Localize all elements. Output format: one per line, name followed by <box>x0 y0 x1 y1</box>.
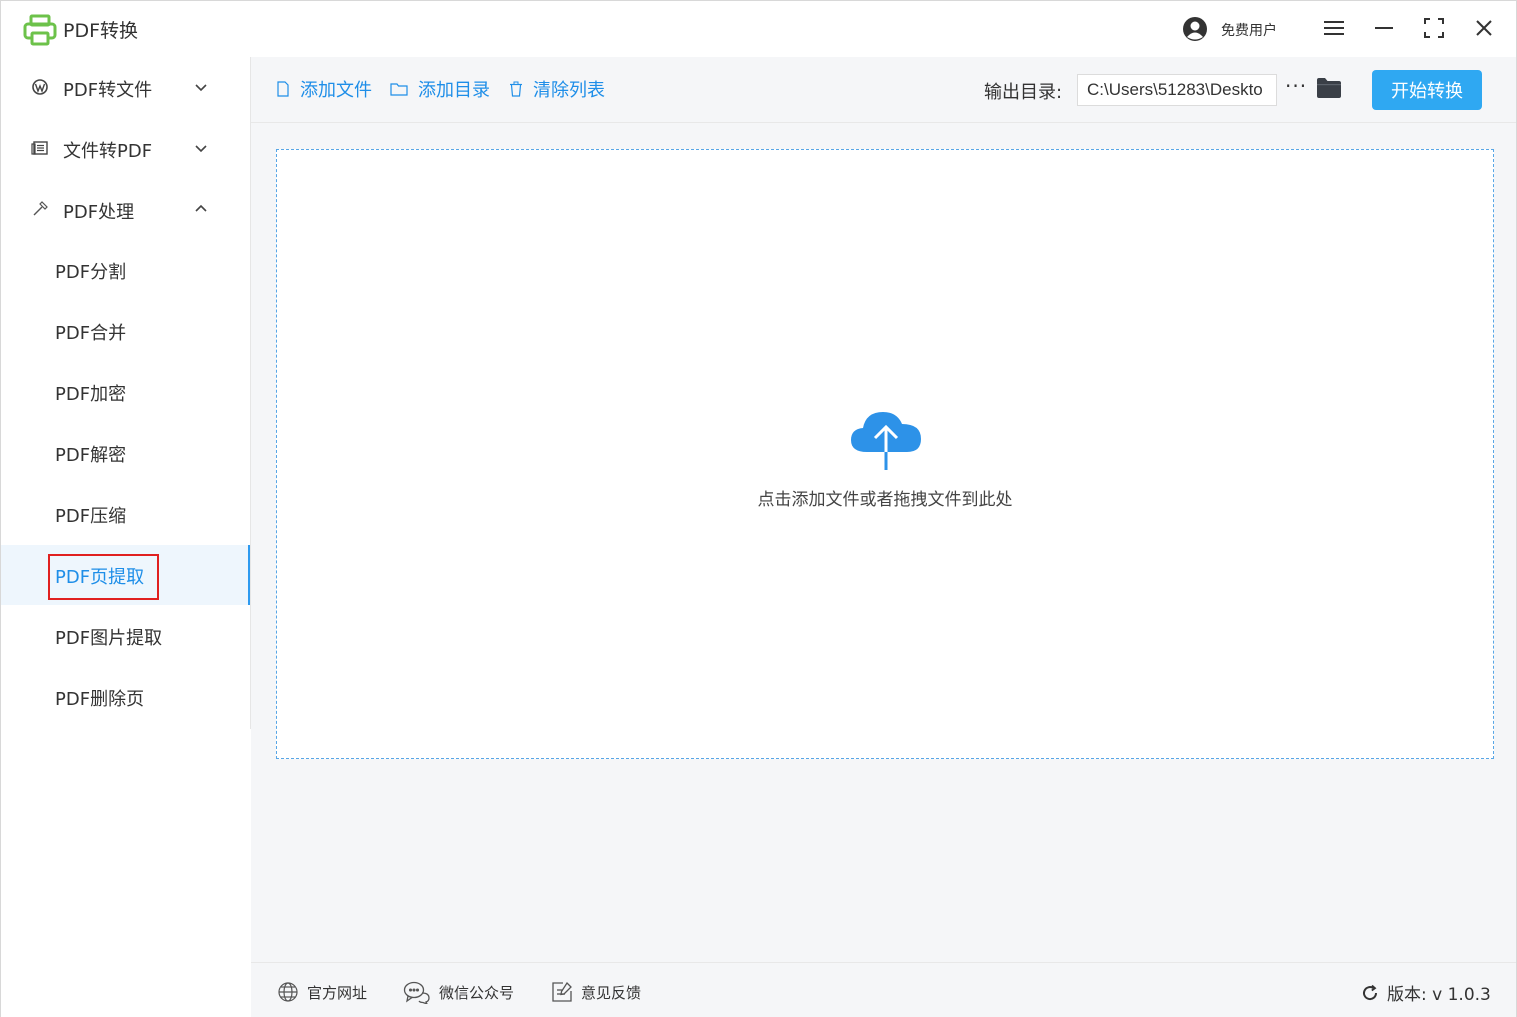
sidebar-item-pdf-encrypt[interactable]: PDF加密 <box>1 362 250 422</box>
toolbar: 添加文件 添加目录 清除列表 输出目录: C:\Users\51283\Desk… <box>251 57 1516 123</box>
clear-list-label: 清除列表 <box>533 80 605 101</box>
document-icon <box>31 141 48 155</box>
sidebar-item-label: PDF合并 <box>55 323 127 344</box>
sidebar-item-pdf-split[interactable]: PDF分割 <box>1 240 250 300</box>
title-bar: PDF转换 免费用户 <box>1 1 1516 57</box>
sidebar-group-file-to-pdf[interactable]: 文件转PDF <box>1 118 250 178</box>
sidebar: PDF转文件 文件转PDF PDF处理 PDF分割 PDF合并 PDF加密 PD… <box>1 57 251 1017</box>
feedback-label: 意见反馈 <box>581 983 642 1002</box>
red-highlight-box <box>48 554 159 600</box>
wechat-label: 微信公众号 <box>439 983 515 1002</box>
add-file-label: 添加文件 <box>300 80 372 101</box>
edit-icon <box>552 981 572 1002</box>
more-button[interactable]: ··· <box>1285 76 1307 99</box>
footer: 官方网址 微信公众号 意见反馈 版本: v 1.0.3 <box>251 962 1516 1017</box>
sidebar-item-label: PDF删除页 <box>55 689 145 710</box>
folder-icon <box>390 83 408 96</box>
fullscreen-icon <box>1424 18 1444 38</box>
output-dir-input[interactable]: C:\Users\51283\Deskto <box>1077 74 1277 106</box>
sidebar-item-label: PDF压缩 <box>55 506 127 527</box>
user-avatar-icon[interactable] <box>1182 16 1208 42</box>
chevron-down-icon <box>195 145 207 153</box>
wechat-link[interactable]: 微信公众号 <box>403 981 515 1004</box>
clear-list-button[interactable]: 清除列表 <box>509 77 605 101</box>
menu-button[interactable] <box>1321 15 1347 41</box>
hammer-icon <box>33 201 48 216</box>
sidebar-item-pdf-page-extract[interactable]: PDF页提取 <box>1 545 251 605</box>
sidebar-group-label: 文件转PDF <box>63 141 153 162</box>
sidebar-item-pdf-delete-page[interactable]: PDF删除页 <box>1 667 250 727</box>
sidebar-item-pdf-merge[interactable]: PDF合并 <box>1 301 250 361</box>
open-folder-icon[interactable] <box>1316 76 1342 100</box>
globe-icon <box>278 982 298 1002</box>
file-drop-zone[interactable]: 点击添加文件或者拖拽文件到此处 <box>276 149 1494 759</box>
sidebar-group-label: PDF处理 <box>63 202 135 223</box>
trash-icon <box>510 81 522 97</box>
add-folder-button[interactable]: 添加目录 <box>390 77 490 101</box>
app-window: PDF转换 免费用户 PDF转文件 文件转PDF PDF处理 PDF分割 PDF… <box>0 0 1517 1017</box>
wechat-icon <box>403 981 430 1004</box>
user-label[interactable]: 免费用户 <box>1221 20 1277 40</box>
minimize-icon <box>1375 27 1393 29</box>
official-website-link[interactable]: 官方网址 <box>277 981 367 1003</box>
feedback-link[interactable]: 意见反馈 <box>551 981 641 1003</box>
minimize-button[interactable] <box>1371 15 1397 41</box>
sidebar-group-pdf-processing[interactable]: PDF处理 <box>1 179 250 239</box>
drop-zone-hint: 点击添加文件或者拖拽文件到此处 <box>757 490 1013 510</box>
app-title: PDF转换 <box>63 20 139 42</box>
maximize-button[interactable] <box>1421 15 1447 41</box>
sidebar-item-label: PDF解密 <box>55 445 127 466</box>
version-info[interactable]: 版本: v 1.0.3 <box>1361 980 1491 1005</box>
sidebar-item-label: PDF图片提取 <box>55 628 163 649</box>
close-button[interactable] <box>1471 15 1497 41</box>
official-website-label: 官方网址 <box>307 983 368 1002</box>
add-folder-label: 添加目录 <box>418 80 490 101</box>
sidebar-item-label: PDF分割 <box>55 262 127 283</box>
printer-icon <box>23 14 57 46</box>
sidebar-group-pdf-to-file[interactable]: PDF转文件 <box>1 57 250 117</box>
sidebar-group-label: PDF转文件 <box>63 80 153 101</box>
start-convert-button[interactable]: 开始转换 <box>1372 70 1482 110</box>
sidebar-item-label: PDF加密 <box>55 384 127 405</box>
hamburger-icon <box>1324 21 1344 35</box>
add-file-button[interactable]: 添加文件 <box>276 77 372 101</box>
close-icon <box>1476 20 1492 36</box>
sidebar-item-pdf-image-extract[interactable]: PDF图片提取 <box>1 606 250 666</box>
sidebar-item-pdf-decrypt[interactable]: PDF解密 <box>1 423 250 483</box>
cloud-upload-icon <box>851 412 921 470</box>
wordpress-icon <box>32 79 48 95</box>
refresh-icon <box>1363 984 1378 1000</box>
file-icon <box>277 81 289 97</box>
version-label: 版本: v 1.0.3 <box>1387 985 1491 1005</box>
sidebar-item-pdf-compress[interactable]: PDF压缩 <box>1 484 250 544</box>
chevron-down-icon <box>195 84 207 92</box>
chevron-up-icon <box>195 204 207 212</box>
output-dir-label: 输出目录: <box>984 82 1063 103</box>
main-panel: 添加文件 添加目录 清除列表 输出目录: C:\Users\51283\Desk… <box>251 57 1516 1017</box>
